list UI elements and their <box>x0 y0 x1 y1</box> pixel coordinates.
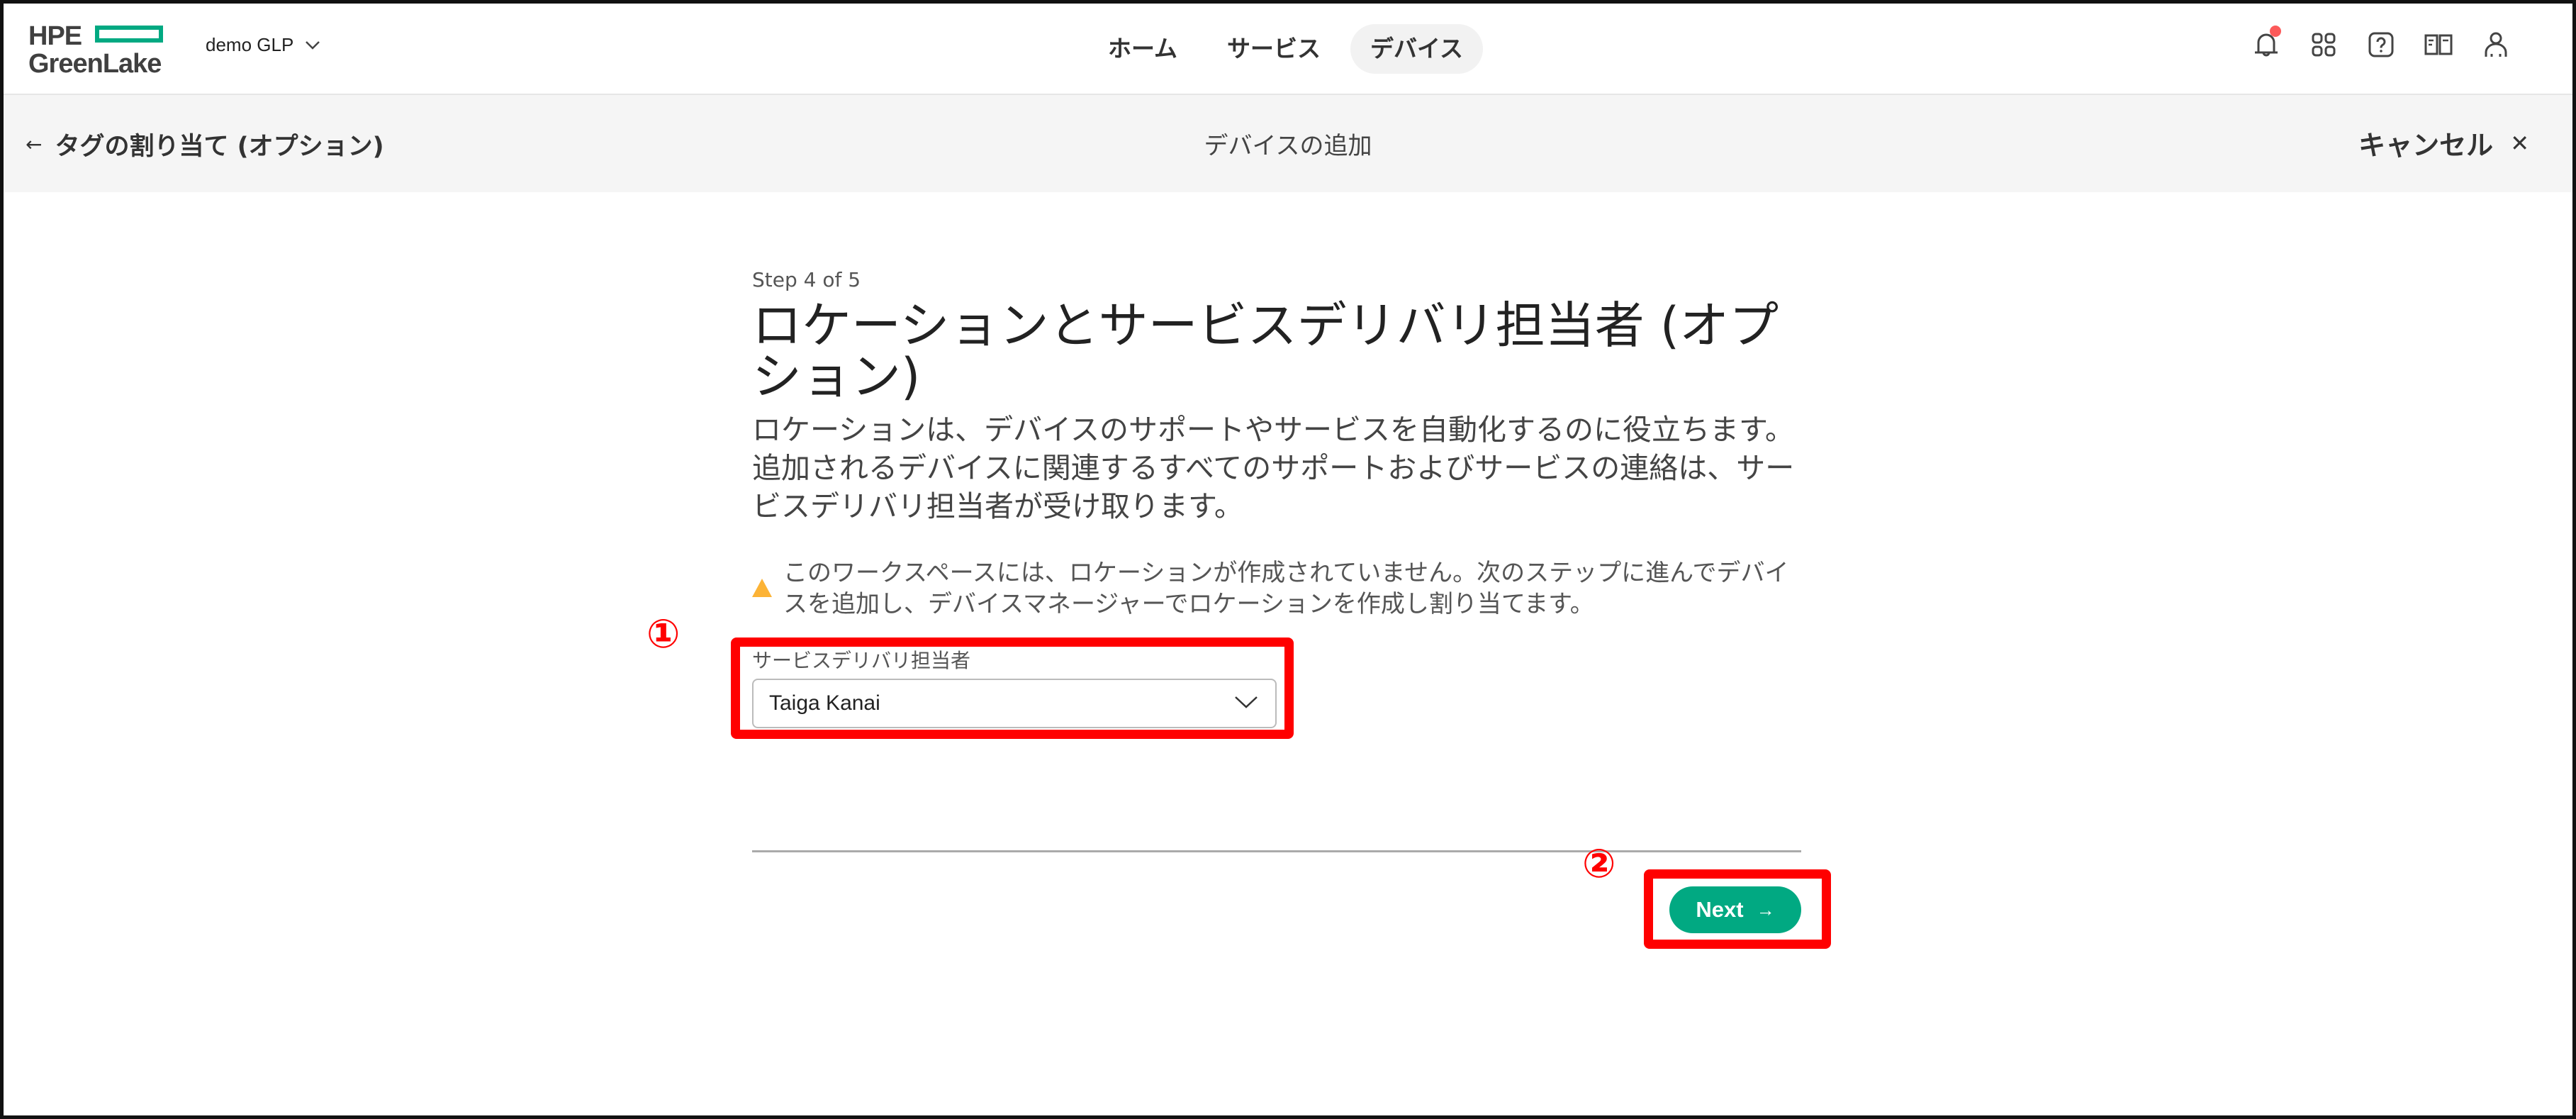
bell-icon[interactable] <box>2250 26 2283 61</box>
logo-text-hpe: HPE <box>28 21 82 51</box>
workspace-name: demo GLP <box>206 34 294 55</box>
wizard-subheader: ← タグの割り当て (オプション) デバイスの追加 キャンセル ✕ <box>0 95 2576 192</box>
warning-text: このワークスペースには、ロケーションが作成されていません。次のステップに進んでデ… <box>783 559 1789 618</box>
wizard-title: デバイスの追加 <box>1204 132 1372 160</box>
close-icon: ✕ <box>2510 129 2529 157</box>
page-description: ロケーションは、デバイスのサポートやサービスを自動化するのに役立ちます。追加され… <box>752 413 1795 523</box>
annotation-highlight-2 <box>1644 869 1831 949</box>
main-nav: ホーム サービス デバイス <box>1088 24 1484 74</box>
workspace-switcher[interactable]: demo GLP <box>206 34 320 56</box>
header-icons <box>2250 26 2512 61</box>
annotation-marker-1: ① <box>646 611 681 657</box>
cancel-button[interactable]: キャンセル ✕ <box>2358 123 2529 162</box>
hpe-greenlake-logo[interactable]: HPE GreenLake <box>28 23 170 79</box>
user-icon[interactable] <box>2480 28 2512 61</box>
nav-home[interactable]: ホーム <box>1088 24 1197 74</box>
nav-services[interactable]: サービス <box>1207 24 1340 74</box>
logo-green-bar <box>95 26 163 43</box>
warning-message: このワークスペースには、ロケーションが作成されていません。次のステップに進んでデ… <box>752 557 1801 620</box>
page-title: ロケーションとサービスデリバリ担当者 (オプション) <box>752 296 1779 406</box>
notification-dot <box>2270 26 2281 37</box>
annotation-marker-2: ② <box>1582 841 1616 887</box>
annotation-highlight-1 <box>731 638 1294 739</box>
top-header: HPE GreenLake demo GLP ホーム サービス デバイス <box>0 0 2576 95</box>
nav-devices[interactable]: デバイス <box>1350 24 1484 74</box>
cancel-label: キャンセル <box>2358 130 2494 161</box>
step-content: Step 4 of 5 ロケーションとサービスデリバリ担当者 (オプション) ロ… <box>752 268 1803 525</box>
logo-text-greenlake: GreenLake <box>28 49 162 79</box>
step-indicator: Step 4 of 5 <box>752 268 861 291</box>
help-icon[interactable] <box>2365 28 2397 61</box>
book-icon[interactable] <box>2422 28 2455 61</box>
apps-grid-icon[interactable] <box>2307 28 2340 61</box>
footer-divider <box>752 850 1801 852</box>
chevron-down-icon <box>305 36 320 55</box>
warning-icon <box>752 579 772 597</box>
